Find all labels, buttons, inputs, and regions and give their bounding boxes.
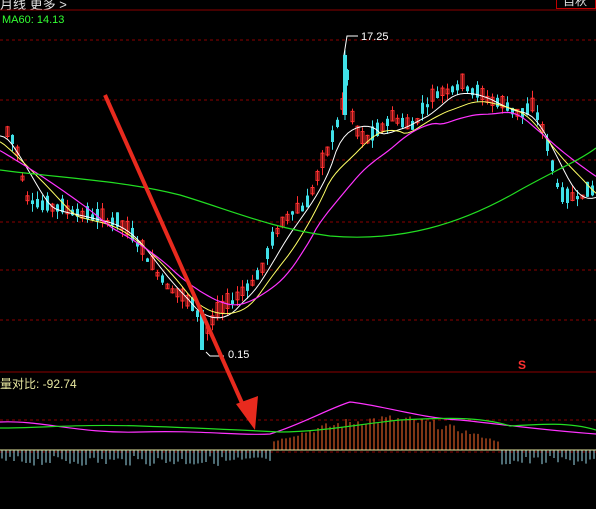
candle-body bbox=[256, 270, 259, 280]
candle-body bbox=[291, 211, 294, 215]
low-price-label: 0.15 bbox=[228, 349, 250, 361]
price-chart[interactable] bbox=[0, 0, 596, 509]
indicator-lines bbox=[0, 401, 596, 436]
candle-body bbox=[576, 196, 579, 200]
candle-body bbox=[386, 118, 389, 126]
candle-body bbox=[271, 231, 274, 246]
candle-body bbox=[306, 195, 309, 208]
candle-body bbox=[401, 117, 404, 128]
candle-body bbox=[11, 134, 14, 144]
candle-body bbox=[146, 258, 149, 262]
candle-body bbox=[336, 119, 339, 127]
candle-body bbox=[456, 84, 459, 91]
candle-body bbox=[426, 104, 429, 108]
indicator-line-1 bbox=[0, 401, 596, 436]
candle-body bbox=[246, 283, 249, 291]
candle-body bbox=[61, 198, 64, 213]
candle-body bbox=[301, 205, 304, 212]
candle-body bbox=[331, 130, 334, 142]
candle-body bbox=[196, 310, 199, 317]
candle-body bbox=[436, 91, 439, 98]
indicator-label: 量对比: -92.74 bbox=[0, 377, 77, 391]
candle-body bbox=[411, 120, 414, 130]
candle-body bbox=[421, 102, 424, 114]
candle-body bbox=[36, 199, 39, 208]
ma60-line bbox=[0, 147, 596, 238]
candle-body bbox=[536, 112, 539, 120]
pointer-arrow bbox=[103, 94, 258, 430]
candle-body bbox=[31, 200, 34, 204]
high-marker-line bbox=[343, 35, 358, 56]
candle-body bbox=[41, 200, 44, 211]
high-price-label: 17.25 bbox=[361, 31, 389, 43]
candlesticks bbox=[5, 50, 594, 350]
candle-body bbox=[91, 214, 94, 221]
candle-body bbox=[56, 204, 59, 212]
signal-icon: S bbox=[518, 358, 527, 372]
candle-body bbox=[551, 160, 554, 171]
candle-body bbox=[161, 275, 164, 283]
candle-body bbox=[556, 182, 559, 187]
candle-body bbox=[476, 84, 479, 98]
ma60-label: MA60: 14.13 bbox=[2, 14, 65, 26]
candle-body bbox=[466, 86, 469, 92]
high-marker bbox=[343, 35, 358, 56]
candle-body bbox=[566, 188, 569, 203]
candle-body bbox=[451, 86, 454, 93]
candle-body bbox=[231, 300, 234, 305]
chart-window: 月线 更多 > 自秋 MA60: 14.13 17.25 0.15 S 量对比:… bbox=[0, 0, 596, 509]
candle-body bbox=[266, 248, 269, 259]
candle-body bbox=[561, 187, 564, 202]
